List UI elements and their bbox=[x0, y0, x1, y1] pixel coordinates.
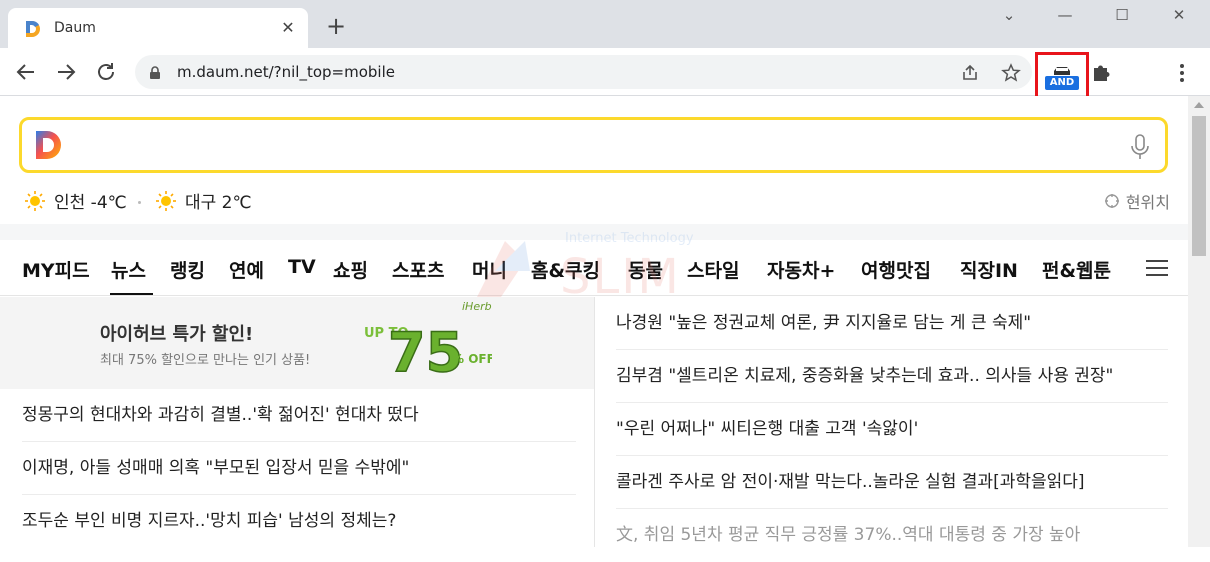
nav-item-fun-webtoon[interactable]: 펀&웹툰 bbox=[1042, 256, 1111, 283]
tab-search-chevron-icon[interactable]: ⌄ bbox=[994, 4, 1024, 26]
weather-item[interactable]: 인천 -4℃ bbox=[24, 188, 127, 213]
badge-value: 75 bbox=[388, 321, 463, 377]
news-headline[interactable]: 김부겸 "셀트리온 치료제, 중증화율 낮추는데 효과.. 의사들 사용 권장" bbox=[616, 350, 1168, 403]
scroll-up-arrow-icon[interactable] bbox=[1194, 102, 1204, 108]
extensions-puzzle-icon[interactable] bbox=[1091, 61, 1113, 83]
nav-item-shopping[interactable]: 쇼핑 bbox=[333, 256, 368, 283]
url-text[interactable]: m.daum.net/?nil_top=mobile bbox=[177, 63, 395, 81]
current-location-button[interactable]: 현위치 bbox=[1104, 189, 1170, 213]
browser-tab[interactable]: Daum ✕ bbox=[8, 8, 308, 48]
ad-brand: iHerb bbox=[462, 300, 492, 313]
tab-close-icon[interactable]: ✕ bbox=[278, 18, 298, 38]
weather-separator bbox=[138, 201, 141, 204]
news-headline[interactable]: "우린 어쩌나" 씨티은행 대출 고객 '속앓이' bbox=[616, 403, 1168, 456]
microphone-icon[interactable] bbox=[1129, 133, 1151, 161]
back-icon[interactable] bbox=[14, 60, 38, 84]
extension-badge: AND bbox=[1045, 76, 1079, 90]
badge-suffix: % OFF bbox=[452, 352, 492, 366]
news-headline[interactable]: 나경원 "높은 정권교체 여론, 尹 지지율로 담는 게 큰 숙제" bbox=[616, 297, 1168, 350]
weather-text: 인천 -4℃ bbox=[54, 193, 127, 213]
news-headline[interactable]: 이재명, 아들 성매매 의혹 "부모된 입장서 믿을 수밖에" bbox=[22, 442, 576, 495]
address-bar[interactable]: m.daum.net/?nil_top=mobile bbox=[135, 55, 1032, 89]
nav-item-entertainment[interactable]: 연예 bbox=[229, 256, 264, 283]
forward-icon[interactable] bbox=[54, 60, 78, 84]
lock-icon[interactable] bbox=[149, 66, 161, 79]
search-input[interactable] bbox=[19, 117, 1168, 173]
nav-item-tv[interactable]: TV bbox=[288, 256, 316, 278]
location-label: 현위치 bbox=[1125, 193, 1170, 212]
tab-strip: Daum ✕ + ⌄ — ☐ ✕ bbox=[0, 0, 1210, 48]
more-menu-icon[interactable] bbox=[1172, 61, 1192, 85]
scroll-thumb[interactable] bbox=[1192, 116, 1206, 256]
weather-item[interactable]: 대구 2℃ bbox=[155, 188, 252, 213]
nav-item-travel-food[interactable]: 여행맛집 bbox=[861, 256, 931, 283]
sun-icon bbox=[25, 190, 45, 211]
weather-text: 대구 2℃ bbox=[185, 193, 252, 213]
hamburger-menu-icon[interactable] bbox=[1145, 258, 1169, 278]
new-tab-icon[interactable]: + bbox=[324, 14, 348, 38]
watermark-line1: Internet Technology bbox=[565, 231, 694, 246]
nav-item-news[interactable]: 뉴스 bbox=[111, 256, 146, 283]
tab-title: Daum bbox=[54, 20, 96, 36]
news-headline[interactable]: 정몽구의 현대차와 과감히 결별..'확 젊어진' 현대차 떴다 bbox=[22, 389, 576, 442]
nav-item-auto[interactable]: 자동차+ bbox=[767, 256, 835, 283]
active-tab-indicator bbox=[110, 293, 153, 295]
and-extension-button[interactable]: AND bbox=[1045, 66, 1079, 92]
nav-item-myfeed[interactable]: MY피드 bbox=[22, 256, 90, 283]
nav-item-ranking[interactable]: 랭킹 bbox=[170, 256, 205, 283]
close-window-icon[interactable]: ✕ bbox=[1164, 4, 1194, 26]
reload-icon[interactable] bbox=[94, 60, 118, 84]
share-icon[interactable] bbox=[960, 63, 980, 83]
column-divider bbox=[594, 297, 595, 547]
minimize-icon[interactable]: — bbox=[1050, 4, 1080, 26]
news-headline[interactable]: 文, 취임 5년차 평균 직무 긍정률 37%..역대 대통령 중 가장 높아 bbox=[616, 509, 1168, 562]
page-scrollbar[interactable] bbox=[1188, 96, 1210, 547]
nav-item-sports[interactable]: 스포츠 bbox=[392, 256, 444, 283]
bookmark-star-icon[interactable] bbox=[1001, 63, 1021, 83]
location-target-icon bbox=[1104, 194, 1119, 208]
maximize-icon[interactable]: ☐ bbox=[1107, 4, 1137, 26]
car-icon bbox=[1054, 67, 1070, 75]
nav-item-work[interactable]: 직장IN bbox=[960, 256, 1018, 283]
discount-badge-icon: UP TO 75 % OFF bbox=[364, 320, 492, 377]
browser-toolbar: m.daum.net/?nil_top=mobile bbox=[0, 48, 1210, 96]
news-list-right: 나경원 "높은 정권교체 여론, 尹 지지율로 담는 게 큰 숙제" 김부겸 "… bbox=[616, 297, 1168, 562]
daum-favicon-icon bbox=[26, 20, 40, 37]
daum-logo-icon bbox=[36, 131, 61, 159]
daum-mobile-page: 인천 -4℃ 대구 2℃ 현위치 MY피드 뉴스 랭킹 연예 TV 쇼핑 스포츠… bbox=[0, 96, 1188, 547]
iherb-ad-banner[interactable]: 아이허브 특가 할인! 최대 75% 할인으로 만나는 인기 상품! iHerb… bbox=[0, 297, 594, 389]
news-headline[interactable]: 콜라겐 주사로 암 전이·재발 막는다..놀라운 실험 결과[과학을읽다] bbox=[616, 456, 1168, 509]
news-list-left: 정몽구의 현대차와 과감히 결별..'확 젊어진' 현대차 떴다 이재명, 아들… bbox=[22, 389, 576, 548]
sun-icon bbox=[156, 190, 176, 211]
ad-title: 아이허브 특가 할인! bbox=[100, 324, 254, 345]
news-headline[interactable]: 조두순 부인 비명 지르자..'망치 피습' 남성의 정체는? bbox=[22, 495, 576, 548]
ad-subtitle: 최대 75% 할인으로 만나는 인기 상품! bbox=[100, 353, 311, 368]
